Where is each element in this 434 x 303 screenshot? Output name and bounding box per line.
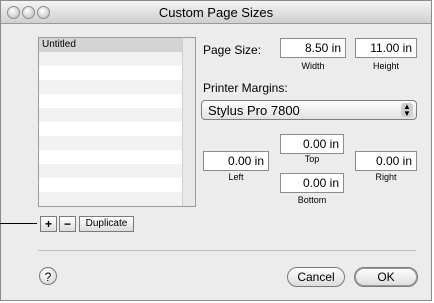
list-row-empty (39, 178, 195, 192)
cancel-button[interactable]: Cancel (287, 267, 345, 287)
list-row-empty (39, 66, 195, 80)
duplicate-button[interactable]: Duplicate (79, 216, 134, 232)
top-label: Top (304, 154, 320, 164)
printer-select-value: Stylus Pro 7800 (208, 103, 300, 118)
page-width-field[interactable]: 8.50 in (280, 38, 346, 58)
title-bar: Custom Page Sizes (1, 1, 431, 24)
list-scrollbar[interactable] (182, 38, 195, 206)
height-label: Height (372, 61, 399, 71)
footer-divider (38, 250, 416, 251)
top-margin-field[interactable]: 0.00 in (280, 134, 344, 154)
list-row-empty (39, 122, 195, 136)
remove-size-button[interactable]: − (59, 216, 76, 232)
page-size-list[interactable]: Untitled (38, 37, 196, 207)
right-margin-field[interactable]: 0.00 in (355, 151, 417, 171)
list-row-empty (39, 80, 195, 94)
left-label: Left (228, 172, 244, 182)
custom-page-sizes-dialog: Custom Page Sizes Untitled + − Duplicate… (0, 0, 432, 301)
updown-arrows-icon: ▲ ▼ (401, 103, 413, 118)
list-row-empty (39, 164, 195, 178)
page-height-field[interactable]: 11.00 in (355, 38, 417, 58)
left-margin-field[interactable]: 0.00 in (203, 151, 269, 171)
list-row-empty (39, 136, 195, 150)
bottom-margin-field[interactable]: 0.00 in (280, 173, 344, 193)
bottom-label: Bottom (297, 195, 327, 205)
ok-button[interactable]: OK (354, 267, 418, 287)
list-row-empty (39, 94, 195, 108)
list-row-empty (39, 192, 195, 206)
right-label: Right (375, 172, 397, 182)
callout-line (0, 223, 37, 224)
printer-margins-label: Printer Margins: (203, 81, 288, 95)
page-size-label: Page Size: (203, 43, 262, 57)
list-row-empty (39, 150, 195, 164)
window-title: Custom Page Sizes (158, 5, 274, 20)
list-row-empty (39, 108, 195, 122)
width-label: Width (301, 61, 325, 71)
help-button[interactable]: ? (39, 267, 57, 285)
list-row-empty (39, 52, 195, 66)
printer-select[interactable]: Stylus Pro 7800 ▲ ▼ (201, 100, 417, 120)
add-size-button[interactable]: + (40, 216, 57, 232)
list-item[interactable]: Untitled (39, 38, 195, 52)
